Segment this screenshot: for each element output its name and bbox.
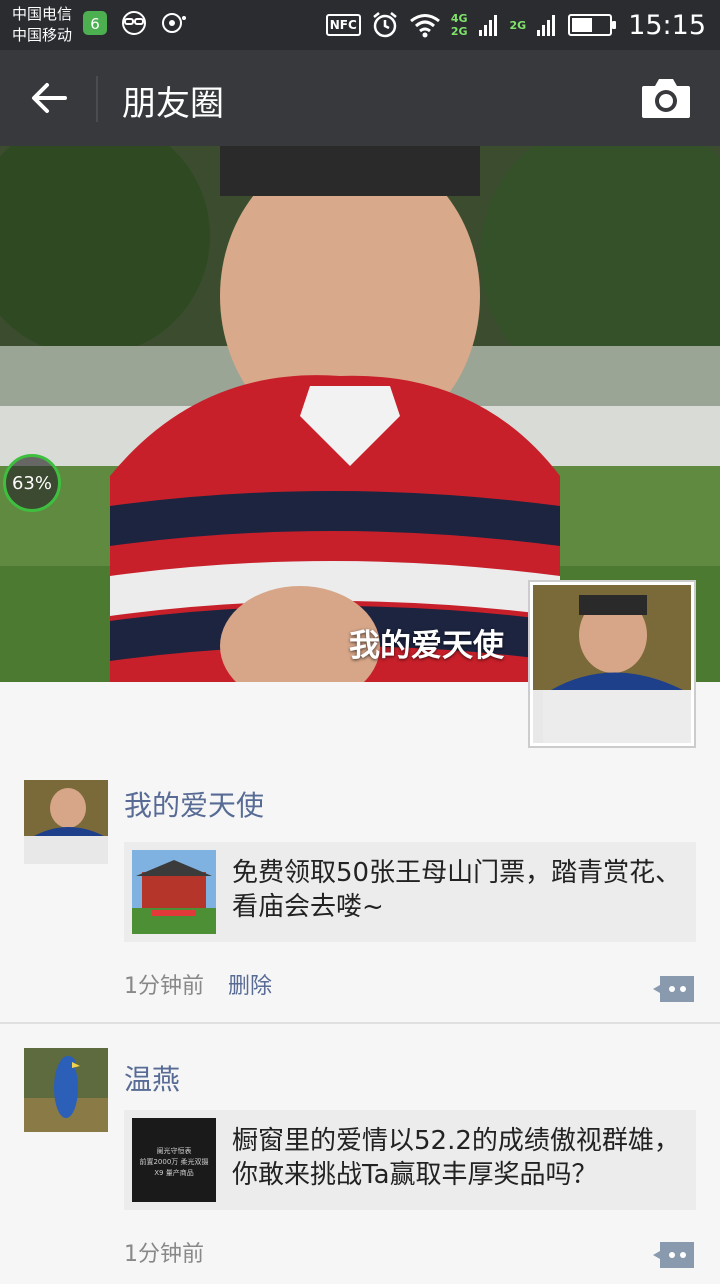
- post-avatar-image: [24, 780, 108, 864]
- thumb-text-2: 前置2000万 柔光双摄: [139, 1158, 209, 1166]
- battery-level: [572, 18, 593, 32]
- thumb-text-3: X9 量产商品: [154, 1169, 194, 1177]
- post-avatar[interactable]: [24, 780, 108, 864]
- thumb-text-1: 阑光守恒表: [156, 1147, 192, 1155]
- system-indicators: NFC 4G 2G 2G 15:15: [325, 0, 706, 50]
- status-bar: 中国电信 中国移动 6 NFC 4G 2G 2G 15:15: [0, 0, 720, 50]
- comment-button[interactable]: [652, 974, 696, 1004]
- media-icon: [162, 13, 186, 33]
- post-time: 1分钟前: [124, 1242, 204, 1267]
- profile-name: 我的爱天使: [349, 628, 504, 664]
- battery-icon: [568, 14, 617, 36]
- app-notification-icon: 6: [83, 11, 107, 35]
- link-title: 橱窗里的爱情以52.2的成绩傲视群雄，你敢来挑战Ta赢取丰厚奖品吗？: [232, 1126, 680, 1190]
- post-time: 1分钟前: [124, 974, 204, 999]
- arrow-left-icon: [32, 83, 67, 113]
- nfc-icon: NFC: [325, 14, 361, 36]
- moments-feed: 我的爱天使 免费领取50张王母山门票，踏青赏花、看庙会去喽~ 1分钟前 删除 温…: [0, 748, 720, 1284]
- net-label-single: 2G: [509, 18, 527, 32]
- link-title: 免费领取50张王母山门票，踏青赏花、看庙会去喽~: [232, 858, 682, 922]
- post-author[interactable]: 温燕: [124, 1058, 180, 1098]
- status-time: 15:15: [628, 9, 706, 41]
- net-label-top: 4G: [450, 12, 468, 25]
- network-type-dual: 4G 2G: [451, 12, 468, 38]
- wifi-icon: [409, 14, 440, 38]
- action-bar: 朋友圈: [0, 50, 720, 146]
- carrier-1: 中国电信: [12, 5, 73, 23]
- comment-icon: [653, 976, 694, 1002]
- feed-post: 温燕 阑光守恒表 前置2000万 柔光双摄 X9 量产商品 橱窗里的爱情以52.…: [0, 1024, 720, 1284]
- camera-icon: [642, 79, 690, 118]
- camera-button[interactable]: [640, 76, 692, 120]
- action-bar-divider: [96, 76, 98, 122]
- signal-icon-1: [478, 15, 497, 36]
- carrier-2: 中国移动: [12, 26, 73, 44]
- post-avatar[interactable]: [24, 1048, 108, 1132]
- link-thumbnail: 阑光守恒表 前置2000万 柔光双摄 X9 量产商品: [132, 1118, 216, 1202]
- net-label-bottom: 2G: [450, 25, 468, 38]
- progress-badge: 63%: [3, 454, 61, 512]
- glasses-face-icon: [122, 11, 146, 35]
- network-type-single: 2G: [510, 19, 527, 32]
- signal-icon-2: [537, 15, 556, 36]
- profile-avatar[interactable]: [528, 580, 696, 748]
- link-thumbnail: [132, 850, 216, 934]
- svg-text:6: 6: [90, 15, 100, 33]
- post-author[interactable]: 我的爱天使: [124, 784, 264, 824]
- shared-link-card[interactable]: 免费领取50张王母山门票，踏青赏花、看庙会去喽~: [124, 842, 696, 942]
- feed-post: 我的爱天使 免费领取50张王母山门票，踏青赏花、看庙会去喽~ 1分钟前 删除: [0, 748, 720, 1024]
- carrier-info: 中国电信 中国移动: [12, 4, 72, 46]
- page-title: 朋友圈: [122, 84, 224, 124]
- notification-icons: 6: [82, 10, 188, 36]
- link-thumbnail-image: [132, 850, 216, 934]
- comment-button[interactable]: [652, 1240, 696, 1270]
- post-avatar-image: [24, 1048, 108, 1132]
- delete-button[interactable]: 删除: [228, 968, 272, 1000]
- link-thumbnail-text: 阑光守恒表 前置2000万 柔光双摄 X9 量产商品: [132, 1118, 216, 1179]
- back-button[interactable]: [14, 72, 84, 124]
- comment-icon: [653, 1242, 694, 1268]
- alarm-icon: [373, 12, 397, 38]
- profile-avatar-image: [533, 585, 691, 743]
- shared-link-card[interactable]: 阑光守恒表 前置2000万 柔光双摄 X9 量产商品 橱窗里的爱情以52.2的成…: [124, 1110, 696, 1210]
